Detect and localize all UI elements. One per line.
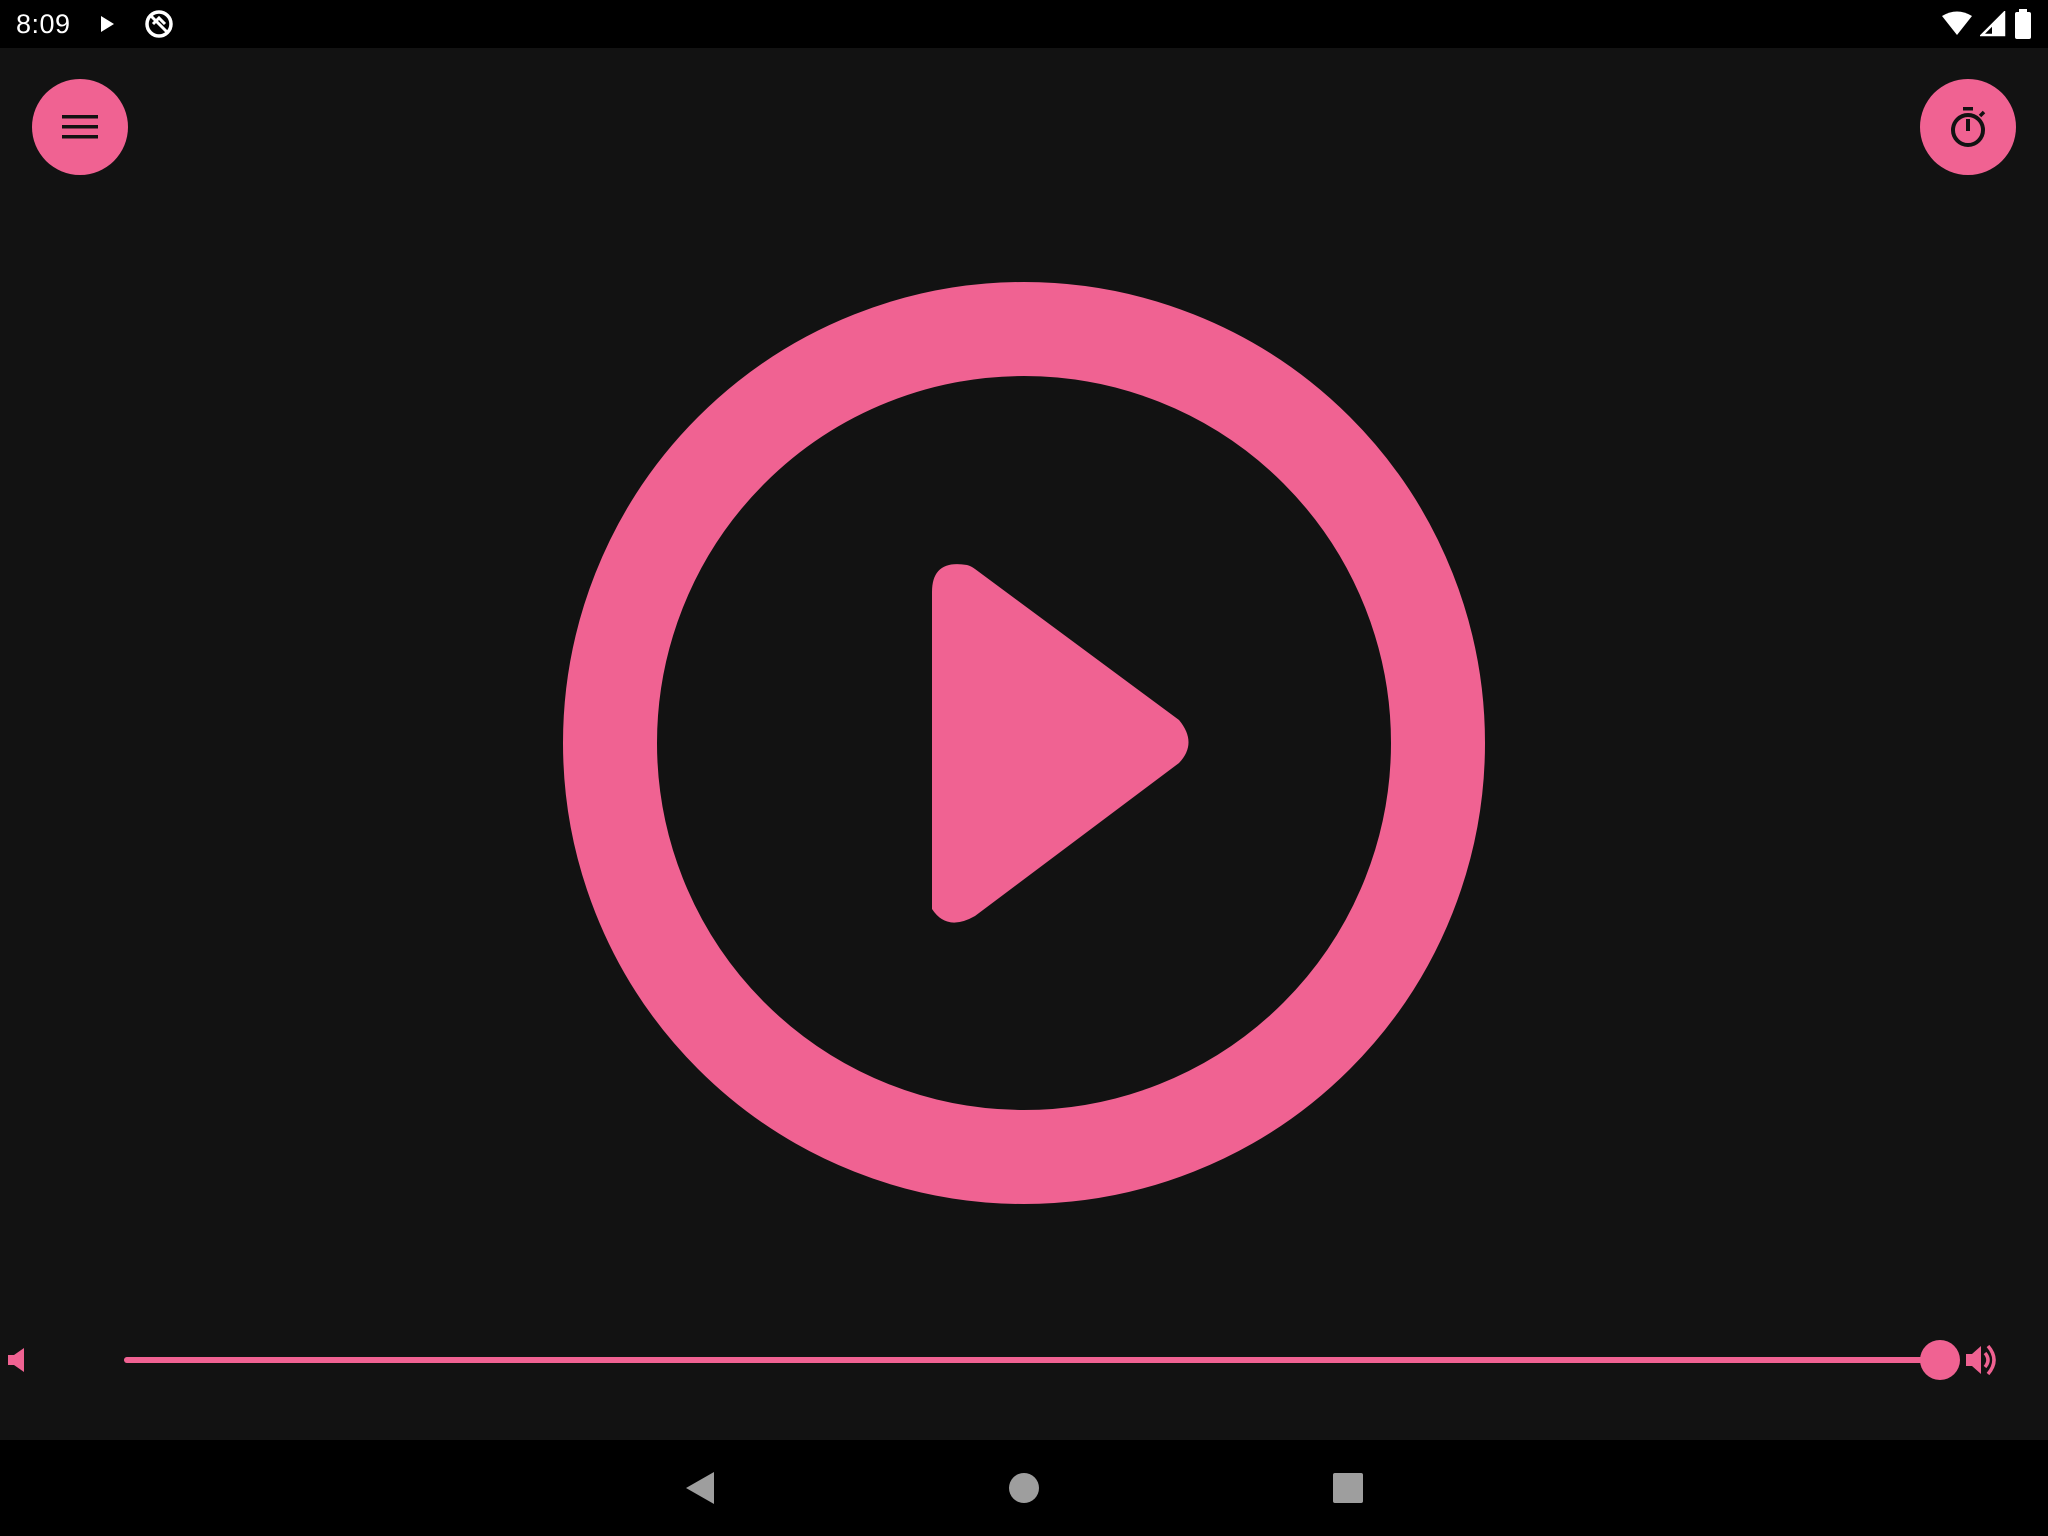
volume-low-icon[interactable] [0, 1340, 40, 1380]
volume-slider-thumb[interactable] [1920, 1340, 1960, 1380]
timer-icon [1951, 107, 1986, 147]
app-screen: 8:09 [0, 0, 2048, 1536]
play-button[interactable] [563, 282, 1485, 1204]
play-circle-icon [563, 282, 1485, 1204]
volume-control [0, 1320, 2048, 1400]
back-button[interactable] [676, 1464, 724, 1512]
recents-icon [1333, 1473, 1363, 1503]
home-icon [1009, 1473, 1039, 1503]
volume-slider[interactable] [124, 1340, 1960, 1380]
signal-icon [1980, 11, 2006, 37]
volume-slider-fill [124, 1357, 1940, 1363]
sleep-timer-button[interactable] [1920, 79, 2016, 175]
home-button[interactable] [1000, 1464, 1048, 1512]
volume-high-icon[interactable] [1962, 1340, 2002, 1380]
menu-button[interactable] [32, 79, 128, 175]
menu-icon [62, 115, 98, 139]
back-icon [686, 1472, 714, 1504]
status-right [1942, 9, 2032, 39]
recents-button[interactable] [1324, 1464, 1372, 1512]
location-off-icon [143, 8, 175, 40]
status-bar: 8:09 [0, 0, 2048, 48]
play-notification-icon [97, 14, 117, 34]
navigation-bar [0, 1440, 2048, 1536]
wifi-icon [1942, 11, 1972, 37]
status-time: 8:09 [16, 8, 71, 39]
battery-icon [2014, 9, 2032, 39]
status-left: 8:09 [16, 8, 175, 40]
